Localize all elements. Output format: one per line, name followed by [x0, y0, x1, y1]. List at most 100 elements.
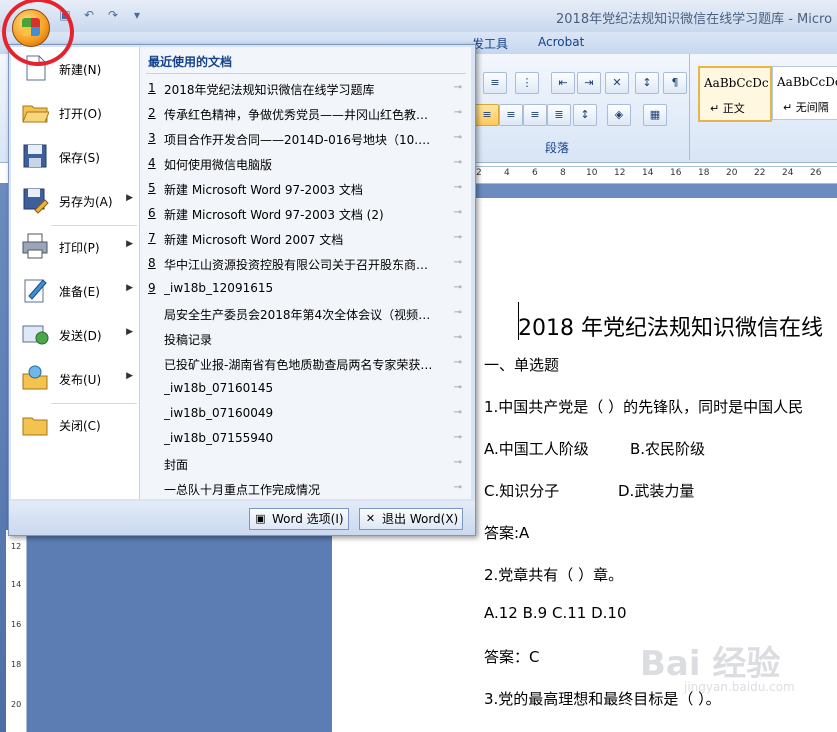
pin-icon[interactable]: ⊸ — [454, 332, 462, 343]
recent-document-item[interactable]: 局安全生产委员会2018年第4次全体会议（视频会… ⊸ — [148, 302, 466, 326]
pin-icon[interactable]: ⊸ — [454, 282, 462, 293]
ruler-number: 24 — [782, 168, 794, 178]
redo-icon[interactable]: ↷ — [104, 7, 122, 23]
shading-button[interactable]: ◈ — [607, 104, 631, 126]
horizontal-ruler[interactable]: 2 4 6 8 10 12 14 16 18 20 22 24 26 — [474, 166, 837, 184]
menu-save[interactable]: 保存(S) — [15, 137, 137, 177]
recent-document-name: 新建 Microsoft Word 2007 文档 — [164, 233, 344, 247]
justify-button[interactable]: ≣ — [547, 104, 571, 126]
document-title: 2018 年党纪法规知识微信在线 — [518, 316, 823, 341]
menu-publish[interactable]: 发布(U) ▶ — [15, 359, 137, 399]
word-options-button[interactable]: ▣ Word 选项(I) — [249, 508, 349, 530]
menu-prepare[interactable]: 准备(E) ▶ — [15, 271, 137, 311]
increase-indent-button[interactable]: ⇥ — [577, 72, 601, 94]
prepare-icon — [24, 279, 47, 303]
pin-icon[interactable]: ⊸ — [454, 107, 462, 118]
pin-icon[interactable]: ⊸ — [454, 182, 462, 193]
pin-icon[interactable]: ⊸ — [454, 357, 462, 368]
align-right-button[interactable]: ≡ — [523, 104, 547, 126]
recent-document-item[interactable]: 4 如何使用微信电脑版 ⊸ — [148, 152, 466, 176]
numbering-button[interactable]: ≡ — [483, 72, 507, 94]
pin-icon[interactable]: ⊸ — [454, 432, 462, 443]
submenu-arrow-icon: ▶ — [126, 193, 133, 203]
pin-icon[interactable]: ⊸ — [454, 132, 462, 143]
align-left-button[interactable]: ≡ — [475, 104, 499, 126]
pin-icon[interactable]: ⊸ — [454, 307, 462, 318]
style-sample: AaBbCcDc — [704, 76, 769, 90]
ruler-number: 6 — [532, 168, 538, 178]
menu-send[interactable]: 发送(D) ▶ — [15, 315, 137, 355]
recent-document-name: 已投矿业报-湖南省有色地质勘查局两名专家荣获A… — [164, 358, 434, 372]
menu-print[interactable]: 打印(P) ▶ — [15, 227, 137, 267]
recent-document-item[interactable]: _iw18b_07160145 ⊸ — [148, 377, 466, 401]
style-normal[interactable]: AaBbCcDc ↵ 正文 — [698, 66, 772, 122]
ruler-number: 22 — [754, 168, 766, 178]
word-options-label: Word 选项(I) — [272, 512, 344, 526]
recent-divider — [146, 73, 466, 74]
recent-document-number: 6 — [148, 206, 156, 220]
recent-document-item[interactable]: 6 新建 Microsoft Word 97-2003 文档 (2) ⊸ — [148, 202, 466, 226]
recent-document-item[interactable]: 一总队十月重点工作完成情况 ⊸ — [148, 477, 466, 501]
recent-documents-header: 最近使用的文档 — [148, 55, 233, 69]
show-marks-button[interactable]: ¶ — [663, 72, 687, 94]
vertical-ruler[interactable]: 12 14 16 18 20 — [6, 530, 27, 732]
exit-word-button[interactable]: ✕ 退出 Word(X) — [359, 508, 464, 530]
menu-print-label: 打印(P) — [59, 241, 100, 255]
q2-answer: 答案：C — [484, 648, 540, 666]
pin-icon[interactable]: ⊸ — [454, 207, 462, 218]
menu-close-label: 关闭(C) — [59, 419, 101, 433]
pin-icon[interactable]: ⊸ — [454, 407, 462, 418]
office-menu-commands: 新建(N) 打开(O) 保存(S) 另存为(A) ▶ 打印(P) ▶ 准备(E)… — [11, 47, 140, 499]
office-menu: 新建(N) 打开(O) 保存(S) 另存为(A) ▶ 打印(P) ▶ 准备(E)… — [8, 44, 476, 536]
style-no-spacing[interactable]: AaBbCcDc ↵ 无间隔 — [772, 66, 837, 120]
q1-answer: 答案:A — [484, 524, 530, 542]
pin-icon[interactable]: ⊸ — [454, 82, 462, 93]
recent-document-item[interactable]: 7 新建 Microsoft Word 2007 文档 ⊸ — [148, 227, 466, 251]
submenu-arrow-icon: ▶ — [126, 239, 133, 249]
undo-icon[interactable]: ↶ — [80, 7, 98, 23]
menu-new-label: 新建(N) — [59, 63, 102, 77]
q1-option-c: C.知识分子 — [484, 482, 560, 500]
pin-icon[interactable]: ⊸ — [454, 457, 462, 468]
recent-document-item[interactable]: 1 2018年党纪法规知识微信在线学习题库 ⊸ — [148, 77, 466, 101]
tab-acrobat[interactable]: Acrobat — [538, 35, 584, 49]
recent-document-item[interactable]: _iw18b_07160049 ⊸ — [148, 402, 466, 426]
recent-document-number: 4 — [148, 156, 156, 170]
pin-icon[interactable]: ⊸ — [454, 482, 462, 493]
recent-document-number: 5 — [148, 181, 156, 195]
recent-document-name: 新建 Microsoft Word 97-2003 文档 — [164, 183, 363, 197]
pin-icon[interactable]: ⊸ — [454, 157, 462, 168]
recent-document-item[interactable]: 5 新建 Microsoft Word 97-2003 文档 ⊸ — [148, 177, 466, 201]
pin-icon[interactable]: ⊸ — [454, 257, 462, 268]
recent-document-item[interactable]: 已投矿业报-湖南省有色地质勘查局两名专家荣获A… ⊸ — [148, 352, 466, 376]
recent-document-item[interactable]: 2 传承红色精神，争做优秀党员——井冈山红色教育… ⊸ — [148, 102, 466, 126]
recent-document-name: 局安全生产委员会2018年第4次全体会议（视频会… — [164, 308, 434, 322]
decrease-indent-button[interactable]: ⇤ — [551, 72, 575, 94]
recent-document-item[interactable]: 封面 ⊸ — [148, 452, 466, 476]
question-1: 1.中国共产党是（ ）的先锋队，同时是中国人民 — [484, 398, 804, 416]
recent-document-name: _iw18b_07155940 — [164, 431, 274, 445]
multilevel-list-button[interactable]: ⋮ — [515, 72, 539, 94]
recent-document-item[interactable]: 9 _iw18b_12091615 ⊸ — [148, 277, 466, 301]
recent-document-item[interactable]: 投稿记录 ⊸ — [148, 327, 466, 351]
pin-icon[interactable]: ⊸ — [454, 232, 462, 243]
ruler-number: 2 — [476, 168, 482, 178]
customize-icon[interactable]: ▾ — [128, 7, 146, 23]
recent-document-item[interactable]: _iw18b_07155940 ⊸ — [148, 427, 466, 451]
highlight-circle — [2, 0, 74, 66]
watermark-url: jingyan.baidu.com — [684, 680, 795, 694]
recent-document-item[interactable]: 3 项目合作开发合同——2014D-016号地块（10.23… ⊸ — [148, 127, 466, 151]
borders-button[interactable]: ▦ — [643, 104, 667, 126]
pin-icon[interactable]: ⊸ — [454, 382, 462, 393]
menu-open[interactable]: 打开(O) — [15, 93, 137, 133]
menu-save-as[interactable]: 另存为(A) ▶ — [15, 181, 137, 221]
chinese-layout-button[interactable]: ✕ — [605, 72, 629, 94]
tab-developer[interactable]: 发工具 — [472, 35, 508, 52]
menu-prepare-label: 准备(E) — [59, 285, 100, 299]
recent-document-item[interactable]: 8 华中江山资源投资控股有限公司关于召开股东商讨… ⊸ — [148, 252, 466, 276]
sort-button[interactable]: ↕ — [635, 72, 659, 94]
recent-document-name: 封面 — [164, 458, 189, 472]
align-center-button[interactable]: ≡ — [499, 104, 523, 126]
line-spacing-button[interactable]: ↕ — [573, 104, 597, 126]
menu-close[interactable]: 关闭(C) — [15, 405, 137, 445]
